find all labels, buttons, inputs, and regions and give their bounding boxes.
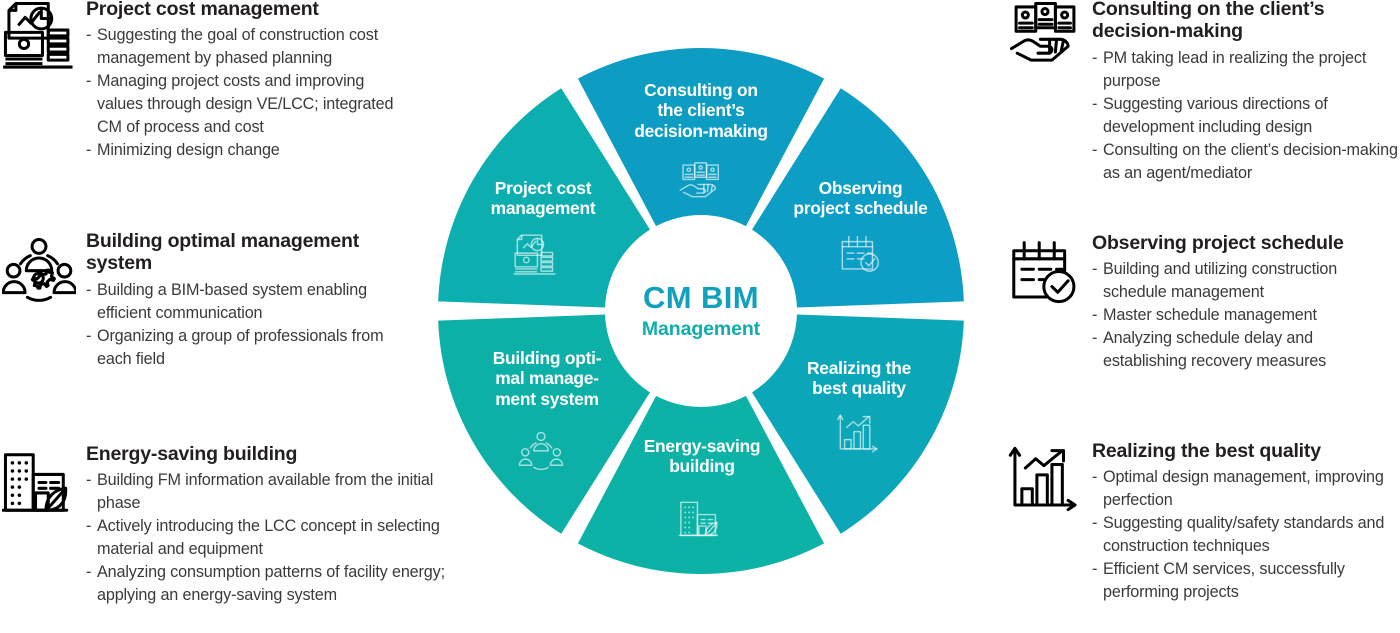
- block-title: Realizing the best quality: [1092, 440, 1321, 462]
- hand-cards-icon: [1009, 1, 1076, 62]
- wheel-label-layer: Project cost management Consulting on the …: [438, 48, 964, 574]
- wheel-label-energy-saving-building[interactable]: Energy-saving building: [604, 436, 800, 477]
- wheel-icon-building-leaf-icon: [678, 498, 724, 549]
- building-leaf-icon: [2, 453, 69, 512]
- info-block-energy-saving-building: Energy-saving building Building FM infor…: [2, 443, 472, 607]
- bullet-item: Analyzing consumption patterns of facili…: [86, 561, 472, 607]
- money-chart-icon: [3, 1, 73, 69]
- wheel-icon-money-chart-icon: [513, 233, 559, 284]
- bullet-item: Suggesting various directions of develop…: [1092, 93, 1400, 139]
- bullet-item: Actively introducing the LCC concept in …: [86, 515, 472, 561]
- bullet-list: Building and utilizing construction sche…: [1092, 258, 1400, 373]
- wheel-label-building-optimal-system[interactable]: Building opti-mal manage-ment system: [452, 348, 642, 409]
- bullet-item: Efficient CM services, successfully perf…: [1092, 558, 1400, 604]
- info-block-realizing-the-best-quality: Realizing the best quality Optimal desig…: [1008, 440, 1400, 604]
- wheel-icon-bar-chart-arrow-icon: [836, 413, 882, 464]
- bar-chart-arrow-icon: [1008, 446, 1077, 512]
- info-block-building-optimal-management-system: Building optimal management system Build…: [2, 230, 412, 371]
- bullet-item: Organizing a group of professionals from…: [86, 325, 412, 371]
- info-block-text: Building optimal management system Build…: [86, 230, 412, 371]
- block-title: Energy-saving building: [86, 443, 298, 465]
- bullet-list: Suggesting the goal of construction cost…: [86, 24, 412, 162]
- wheel-label-consulting-decision[interactable]: Consulting on the client’s decision-making: [603, 80, 799, 141]
- info-block-project-cost-management: Project cost management Suggesting the g…: [2, 0, 412, 162]
- block-title: Project cost management: [86, 0, 319, 20]
- bullet-item: Master schedule management: [1092, 304, 1400, 327]
- bullet-item: Suggesting quality/safety standards and …: [1092, 512, 1400, 558]
- bullet-list: PM taking lead in realizing the project …: [1092, 47, 1400, 185]
- info-block-text: Consulting on the client’s decision-maki…: [1092, 0, 1400, 185]
- wheel-label-project-cost-management[interactable]: Project cost management: [448, 178, 638, 219]
- bullet-item: Managing project costs and improving val…: [86, 70, 412, 139]
- info-block-text: Project cost management Suggesting the g…: [86, 0, 412, 162]
- bullet-list: Building FM information available from t…: [86, 469, 472, 607]
- wheel-label-observing-schedule[interactable]: Observing project schedule: [763, 178, 958, 219]
- block-title: Observing project schedule: [1092, 232, 1344, 254]
- bullet-item: PM taking lead in realizing the project …: [1092, 47, 1400, 93]
- infographic-canvas: Project cost management Suggesting the g…: [0, 0, 1400, 633]
- bullet-item: Building FM information available from t…: [86, 469, 472, 515]
- bullet-item: Suggesting the goal of construction cost…: [86, 24, 412, 70]
- bullet-item: Consulting on the client’s decision-maki…: [1092, 139, 1400, 185]
- info-block-text: Observing project schedule Building and …: [1092, 232, 1400, 373]
- bullet-item: Minimizing design change: [86, 139, 412, 162]
- bullet-item: Analyzing schedule delay and establishin…: [1092, 327, 1400, 373]
- info-block-text: Realizing the best quality Optimal desig…: [1092, 440, 1400, 604]
- wheel-label-realizing-best-quality[interactable]: Realizing the best quality: [764, 358, 954, 399]
- info-block-observing-project-schedule: Observing project schedule Building and …: [1008, 232, 1400, 373]
- info-block-consulting-on-the-clients-decision-making: Consulting on the client’s decision-maki…: [1008, 0, 1400, 185]
- wheel-icon-calendar-check-icon: [838, 233, 884, 284]
- info-block-text: Energy-saving building Building FM infor…: [86, 443, 472, 607]
- block-title: Building optimal management system: [86, 230, 360, 275]
- team-gear-icon: [2, 237, 76, 302]
- wheel-icon-hand-cards-icon: [678, 160, 724, 211]
- block-title: Consulting on the client’s decision-maki…: [1092, 0, 1325, 43]
- bullet-item: Building a BIM-based system enabling eff…: [86, 279, 412, 325]
- bullet-item: Building and utilizing construction sche…: [1092, 258, 1400, 304]
- calendar-check-icon: [1012, 241, 1076, 304]
- bullet-list: Building a BIM-based system enabling eff…: [86, 279, 412, 371]
- bullet-item: Optimal design management, improving per…: [1092, 466, 1400, 512]
- bullet-list: Optimal design management, improving per…: [1092, 466, 1400, 604]
- wheel-icon-team-gear-icon: [518, 430, 564, 481]
